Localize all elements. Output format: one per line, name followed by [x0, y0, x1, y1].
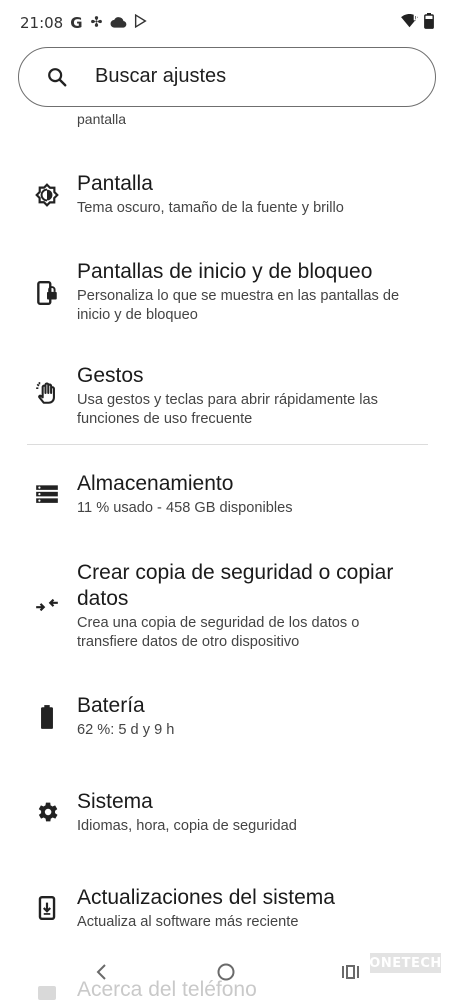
play-store-icon	[134, 13, 147, 32]
search-placeholder: Buscar ajustes	[95, 65, 227, 87]
display-brightness-icon	[34, 182, 60, 208]
previous-item-summary: pantalla	[77, 111, 127, 127]
settings-item-summary: Actualiza al software más reciente	[77, 914, 299, 930]
settings-item-summary: Personaliza lo que se muestra en las pan…	[77, 288, 400, 323]
settings-item-display[interactable]: Pantalla Tema oscuro, tamaño de la fuent…	[0, 168, 454, 230]
battery-icon	[424, 13, 434, 33]
svg-text:!: !	[414, 15, 417, 22]
gesture-hand-icon	[34, 380, 60, 406]
settings-item-title: Crear copia de seguridad o copiar datos	[77, 561, 394, 610]
settings-item-title: Batería	[77, 694, 145, 717]
gear-icon	[34, 799, 60, 825]
back-icon[interactable]	[93, 962, 111, 986]
battery-icon	[34, 704, 60, 730]
settings-item-title: Sistema	[77, 790, 153, 813]
status-bar: 21:08 G !	[0, 0, 454, 46]
settings-item-summary: 11 % usado - 458 GB disponibles	[77, 500, 293, 516]
settings-item-gestures[interactable]: Gestos Usa gestos y teclas para abrir rá…	[0, 360, 454, 432]
status-bar-left: 21:08 G	[20, 13, 147, 32]
storage-icon	[34, 481, 60, 507]
search-icon	[46, 66, 68, 92]
watermark-logo: ONETECH	[369, 953, 441, 973]
wifi-icon: !	[401, 14, 418, 32]
backup-transfer-icon	[34, 592, 60, 618]
home-icon[interactable]	[216, 962, 236, 986]
settings-item-title: Actualizaciones del sistema	[77, 886, 335, 909]
settings-item-summary: 62 %: 5 d y 9 h	[77, 722, 175, 738]
settings-item-backup-copy[interactable]: Crear copia de seguridad o copiar datos …	[0, 558, 454, 656]
settings-item-system[interactable]: Sistema Idiomas, hora, copia de segurida…	[0, 786, 454, 848]
settings-item-title: Gestos	[77, 364, 144, 387]
settings-item-storage[interactable]: Almacenamiento 11 % usado - 458 GB dispo…	[0, 468, 454, 530]
cloud-icon	[110, 14, 127, 32]
lock-screen-icon	[34, 280, 60, 306]
status-bar-right: !	[401, 13, 434, 33]
settings-item-summary: Usa gestos y teclas para abrir rápidamen…	[77, 392, 378, 427]
settings-item-battery[interactable]: Batería 62 %: 5 d y 9 h	[0, 690, 454, 752]
clock: 21:08	[20, 14, 64, 32]
settings-item-title: Almacenamiento	[77, 472, 234, 495]
recents-icon[interactable]	[340, 962, 362, 986]
section-divider	[27, 444, 428, 445]
settings-item-summary: Idiomas, hora, copia de seguridad	[77, 818, 297, 834]
fan-icon	[90, 14, 103, 32]
settings-item-summary: Tema oscuro, tamaño de la fuente y brill…	[77, 200, 344, 216]
system-update-icon	[34, 895, 60, 921]
search-bar[interactable]: Buscar ajustes	[18, 47, 436, 107]
settings-item-summary: Crea una copia de seguridad de los datos…	[77, 615, 360, 650]
settings-item-title: Pantallas de inicio y de bloqueo	[77, 260, 373, 283]
google-icon: G	[70, 14, 83, 32]
settings-item-home-lock-screens[interactable]: Pantallas de inicio y de bloqueo Persona…	[0, 256, 454, 328]
settings-item-system-updates[interactable]: Actualizaciones del sistema Actualiza al…	[0, 882, 454, 944]
settings-item-title: Pantalla	[77, 172, 153, 195]
